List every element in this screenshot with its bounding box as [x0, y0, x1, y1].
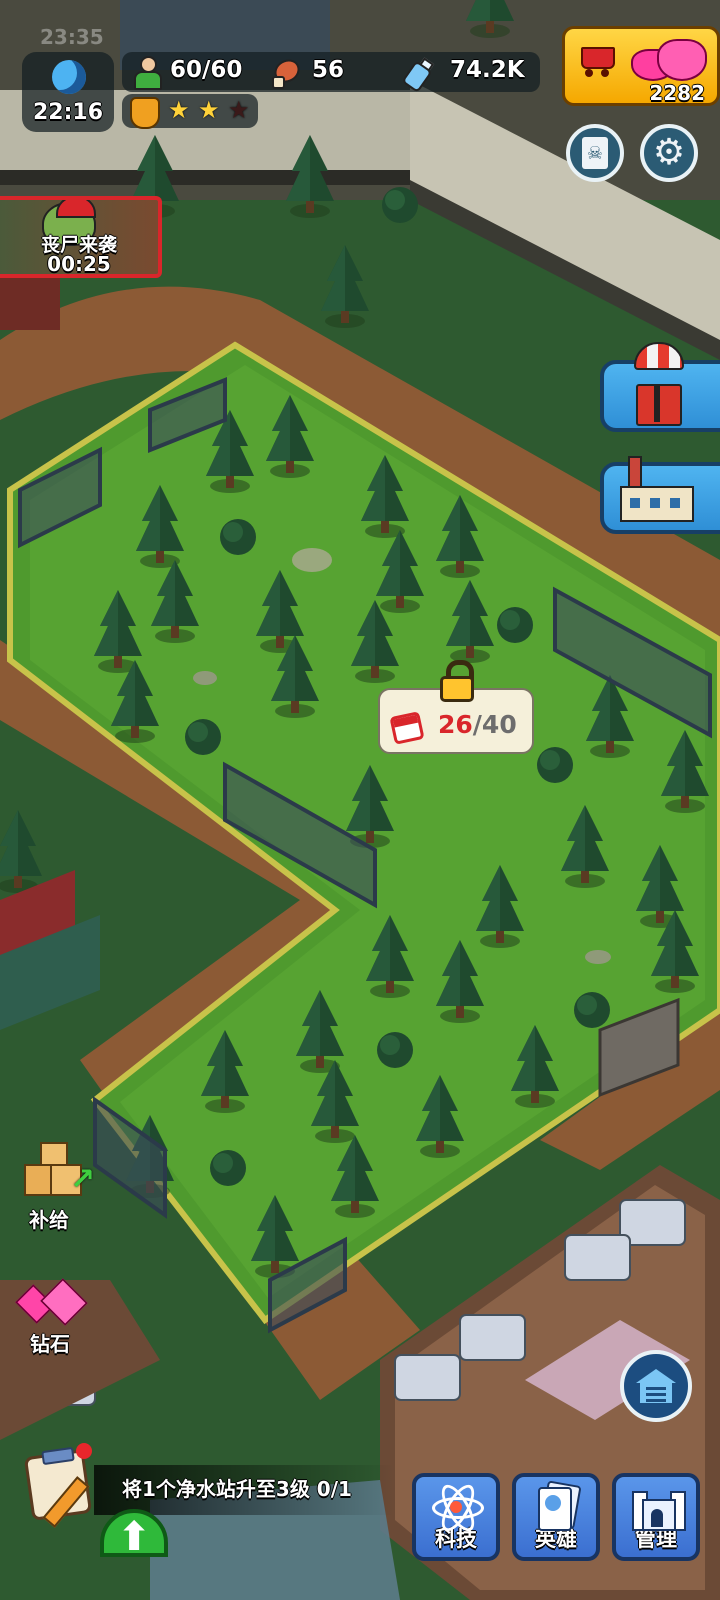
locked-area-progress: 26/40: [438, 710, 517, 739]
clock-time: 22:16: [32, 100, 104, 125]
diamond-button[interactable]: 钻石: [8, 1270, 92, 1362]
base-rating[interactable]: ★ ★ ★: [122, 94, 258, 129]
star-icon: ★: [168, 96, 190, 124]
gem-icon: [627, 35, 707, 81]
supply-label: 补给: [29, 1208, 69, 1232]
hard-hat-icon: [56, 200, 96, 218]
castle-icon: [632, 1483, 686, 1531]
gem-count: 2282: [649, 81, 705, 105]
lock-icon: [438, 660, 478, 704]
star-icon: ★: [198, 96, 220, 124]
diamond-icon: [14, 1276, 90, 1326]
food-count: 56: [312, 57, 345, 83]
tech-button[interactable]: 科技: [412, 1473, 500, 1561]
resource-bar: 60/60 56 74.2K: [122, 52, 540, 94]
manage-button[interactable]: 管理: [612, 1473, 700, 1561]
shop-cart-icon: [575, 43, 615, 77]
day-night-clock[interactable]: 22:16: [22, 52, 114, 132]
gear-icon: ⚙: [652, 132, 686, 173]
diamond-label: 钻石: [30, 1332, 70, 1356]
airdrop-icon: [632, 342, 684, 432]
water-bottle-icon: [401, 55, 435, 94]
zombie-attack-event[interactable]: 丧尸来袭 00:25: [0, 196, 162, 278]
water-count: 74.2K: [450, 57, 525, 83]
factory-button[interactable]: [600, 456, 720, 534]
shop-button[interactable]: 2282: [562, 26, 720, 106]
quest-text: 将1个净水站升至3级 0/1: [122, 1477, 352, 1501]
skull-book-button[interactable]: ☠: [566, 124, 624, 182]
moon-icon: [52, 60, 86, 94]
settings-button[interactable]: ⚙: [640, 124, 698, 182]
rank-shield-icon: [130, 97, 160, 129]
locked-area-current: 26: [438, 710, 473, 739]
hero-card-icon: [536, 1480, 582, 1531]
survivor-icon: [132, 56, 162, 90]
locked-area-total: /40: [472, 710, 517, 739]
event-timer: 00:25: [47, 252, 111, 276]
arrow-up-icon[interactable]: ⬆: [100, 1509, 168, 1560]
supply-boxes-icon: ↗: [20, 1142, 95, 1202]
warehouse-icon: [636, 1369, 676, 1403]
locked-area-marker[interactable]: 26/40: [378, 660, 534, 754]
notepad-icon: [23, 1443, 102, 1528]
warehouse-button[interactable]: [620, 1350, 692, 1422]
status-bar-time: 23:35: [40, 25, 104, 49]
hero-button[interactable]: 英雄: [512, 1473, 600, 1561]
meat-icon: [270, 54, 304, 89]
factory-icon: [620, 456, 700, 522]
population-count: 60/60: [170, 57, 243, 83]
star-empty-icon: ★: [228, 96, 250, 124]
airdrop-button[interactable]: [600, 342, 720, 432]
calendar-icon: [389, 711, 425, 745]
skull-book-icon: ☠: [582, 137, 608, 169]
supply-button[interactable]: ↗ 补给: [14, 1142, 98, 1238]
atom-icon: [432, 1479, 484, 1537]
quest-tracker[interactable]: 将1个净水站升至3级 0/1 ⬆: [23, 1443, 404, 1560]
